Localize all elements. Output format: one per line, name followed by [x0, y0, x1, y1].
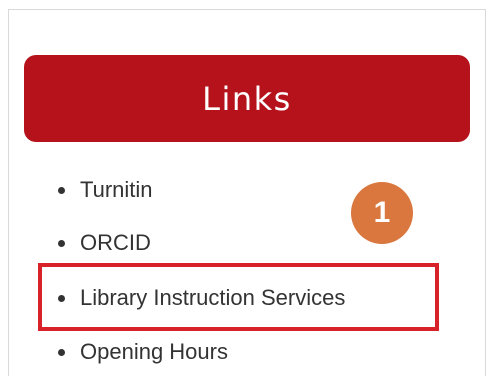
link-turnitin[interactable]: Turnitin — [58, 177, 153, 203]
step-badge: 1 — [351, 182, 413, 244]
bullet-icon — [58, 348, 65, 356]
links-header: Links — [24, 55, 470, 142]
link-label[interactable]: Opening Hours — [80, 339, 228, 365]
highlight-box — [38, 263, 439, 331]
link-opening-hours[interactable]: Opening Hours — [58, 339, 228, 365]
step-number: 1 — [373, 196, 391, 229]
bullet-icon — [58, 186, 65, 194]
link-orcid[interactable]: ORCID — [58, 230, 151, 256]
link-label[interactable]: ORCID — [80, 230, 151, 256]
links-title: Links — [202, 79, 292, 118]
link-label[interactable]: Turnitin — [80, 177, 153, 203]
bullet-icon — [58, 239, 65, 247]
